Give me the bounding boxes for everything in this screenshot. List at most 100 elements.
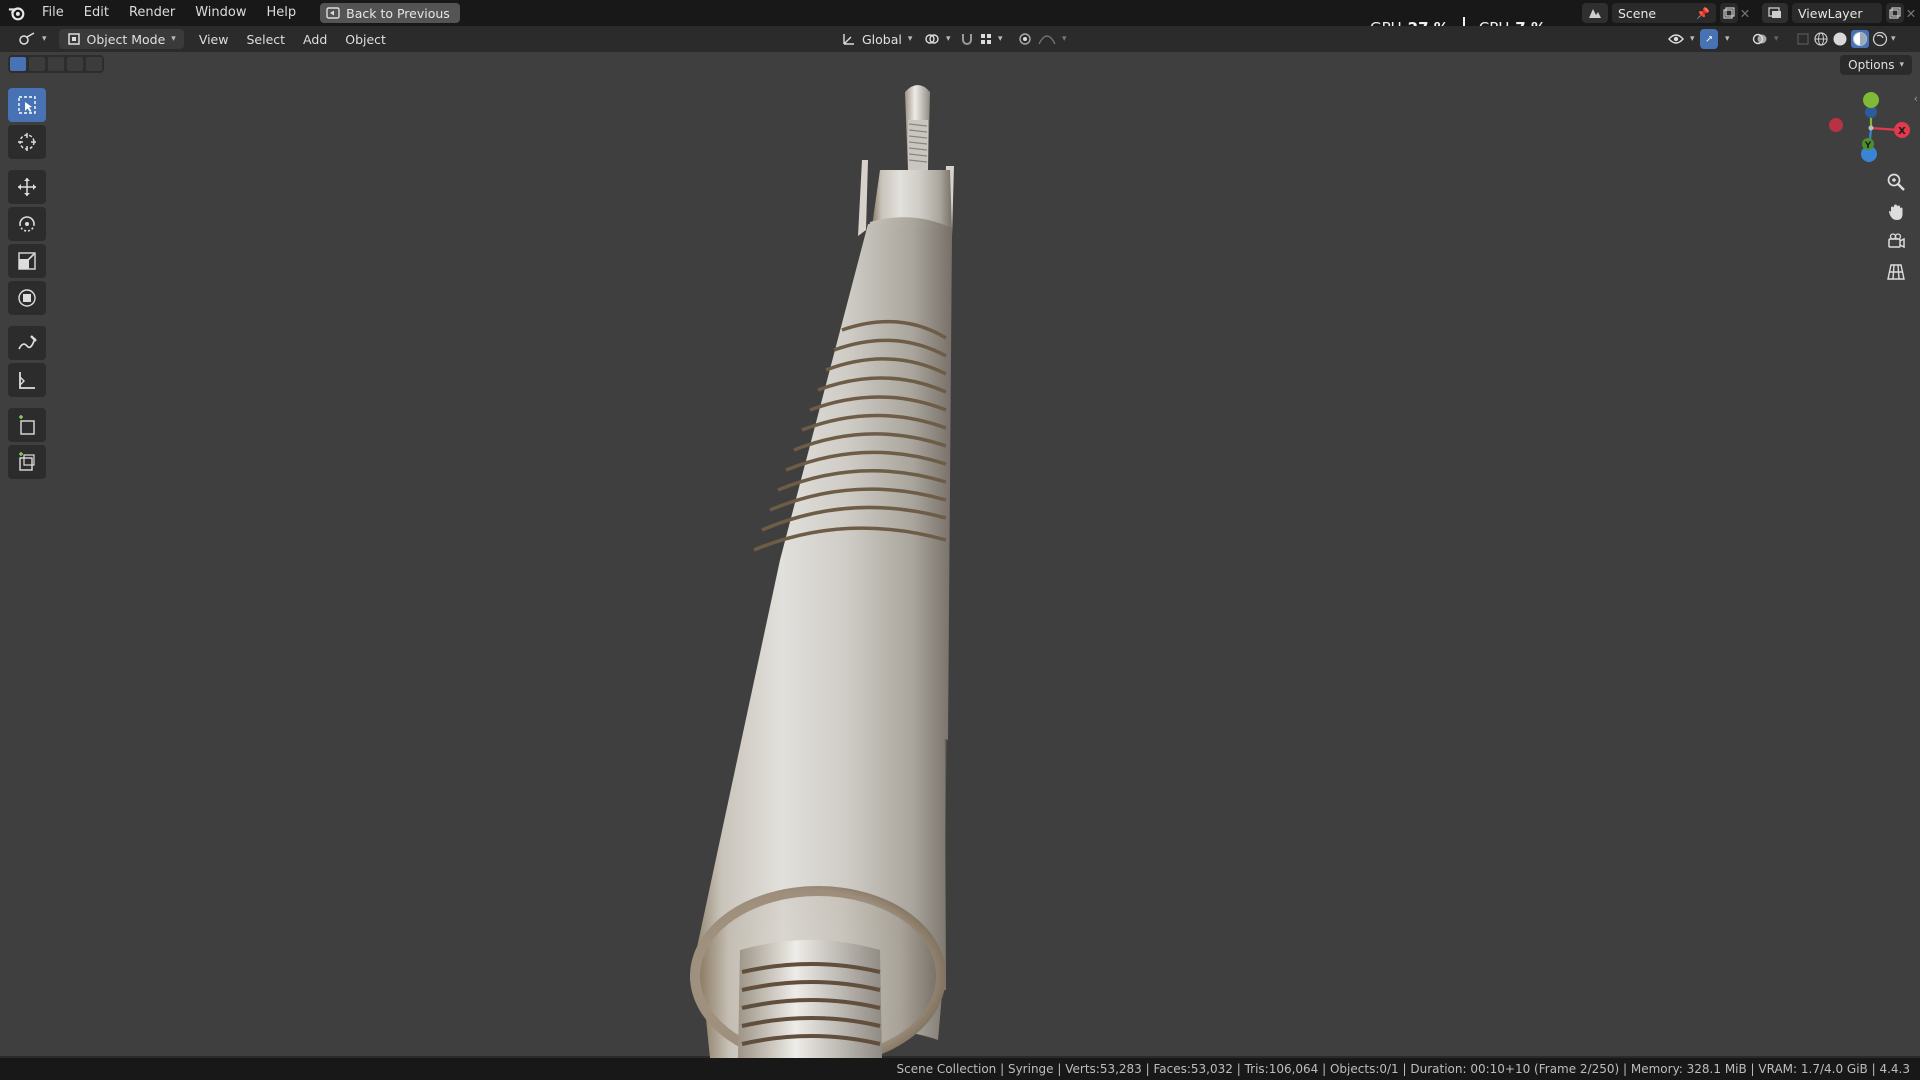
object-mode-icon: [67, 33, 80, 45]
zoom-button[interactable]: [1882, 168, 1910, 196]
delete-view-layer-button[interactable]: ✕: [1904, 3, 1918, 23]
chevron-down-icon: ▾: [171, 34, 176, 44]
overlay-icon: [1752, 33, 1767, 45]
tool-rotate[interactable]: [8, 207, 46, 241]
back-icon: [326, 7, 340, 19]
snap-icon: [962, 34, 972, 45]
add-cube-icon: [19, 415, 35, 435]
gizmo-toggle[interactable]: [1700, 29, 1718, 49]
tool-select-box[interactable]: [8, 88, 46, 122]
transform-orientation-icon: [843, 34, 854, 45]
material-shading-button[interactable]: [1851, 30, 1869, 48]
zoom-icon: [1887, 173, 1905, 191]
view-layer-browse-button[interactable]: [1762, 3, 1788, 23]
pin-icon[interactable]: 📌: [1696, 7, 1710, 20]
orientation-label: Global: [862, 31, 902, 47]
chevron-down-icon: ▾: [946, 34, 951, 44]
chevron-down-icon: ▾: [1774, 34, 1779, 44]
editor-type-icon: [19, 32, 35, 45]
visibility-dropdown[interactable]: ▾: [1660, 29, 1703, 49]
tool-add-cube[interactable]: [8, 408, 46, 442]
blender-logo-icon[interactable]: [8, 4, 26, 22]
select-box-icon: [18, 96, 36, 114]
ortho-grid-icon: [1887, 264, 1905, 280]
menu-window[interactable]: Window: [185, 0, 256, 26]
rendered-shading-icon[interactable]: [1872, 31, 1888, 47]
scale-icon: [18, 252, 36, 270]
delete-scene-button[interactable]: ✕: [1738, 3, 1752, 23]
syringe-model: [690, 85, 954, 1058]
eye-icon: [1668, 34, 1684, 44]
proportional-editing-icon: [1019, 33, 1031, 45]
duplicate-icon: [1723, 7, 1735, 19]
add-object-icon: [19, 452, 35, 471]
wireframe-shading-icon[interactable]: [1813, 31, 1829, 47]
gizmo-y-label: Y: [1864, 141, 1872, 151]
camera-icon: [1888, 233, 1905, 249]
shading-mode-group: ▾: [1788, 29, 1904, 49]
view-layer-field[interactable]: ViewLayer: [1792, 3, 1882, 23]
annotate-icon: [18, 335, 37, 350]
tool-shelf: [8, 88, 46, 479]
menu-render[interactable]: Render: [119, 0, 185, 26]
editor-type-dropdown[interactable]: ▾: [10, 29, 55, 49]
mode-label: Object Mode: [86, 31, 166, 47]
overlay-dropdown[interactable]: ▾: [1744, 29, 1787, 49]
menu-edit[interactable]: Edit: [74, 0, 119, 26]
scene-browse-button[interactable]: [1582, 3, 1608, 23]
gizmo-y-axis[interactable]: [1863, 92, 1879, 108]
back-to-previous-label: Back to Previous: [346, 5, 450, 21]
chevron-down-icon: ▾: [998, 34, 1003, 44]
view-layer-icon: [1768, 7, 1781, 18]
view-layer-name: ViewLayer: [1798, 5, 1863, 21]
scene-icon: [1589, 9, 1601, 18]
header-menu-add[interactable]: Add: [294, 32, 336, 47]
tool-measure[interactable]: [8, 363, 46, 397]
gizmo-x-label: X: [1898, 126, 1906, 137]
xray-icon[interactable]: [1796, 32, 1810, 46]
tool-transform[interactable]: [8, 281, 46, 315]
move-icon: [18, 178, 36, 196]
pan-hand-icon: [1889, 204, 1903, 220]
sidebar-toggle-icon[interactable]: ‹: [1914, 92, 1918, 105]
cursor-icon: [18, 133, 36, 151]
scene-name: Scene: [1618, 5, 1657, 21]
chevron-down-icon: ▾: [42, 34, 47, 44]
mode-dropdown[interactable]: Object Mode ▾: [58, 29, 184, 49]
menu-file[interactable]: File: [32, 0, 74, 26]
solid-shading-icon[interactable]: [1832, 31, 1848, 47]
ortho-perspective-button[interactable]: [1882, 258, 1910, 286]
proportional-editing-toggle[interactable]: ▾: [1010, 29, 1075, 49]
snap-dropdown[interactable]: ▾: [952, 29, 1011, 49]
header-menu-select[interactable]: Select: [237, 32, 294, 47]
tool-move[interactable]: [8, 170, 46, 204]
status-text: Scene Collection | Syringe | Verts:53,28…: [896, 1062, 1910, 1076]
header-menu-object[interactable]: Object: [336, 32, 395, 47]
measure-icon: [19, 372, 35, 389]
rotate-icon: [19, 216, 35, 232]
chevron-down-icon[interactable]: ▾: [1891, 34, 1896, 44]
new-scene-button[interactable]: [1720, 3, 1738, 23]
chevron-down-icon: ▾: [907, 34, 913, 44]
falloff-icon: [1038, 35, 1056, 45]
new-view-layer-button[interactable]: [1886, 3, 1904, 23]
tool-add-object[interactable]: [8, 445, 46, 479]
scene-selector-group: Scene 📌 ✕ ViewLayer ✕: [1582, 2, 1918, 24]
scene-name-field[interactable]: Scene 📌: [1612, 3, 1716, 23]
menu-help[interactable]: Help: [257, 0, 307, 26]
transform-icon: [18, 289, 36, 307]
transform-orientation-dropdown[interactable]: Global ▾: [834, 29, 920, 49]
status-bar: Scene Collection | Syringe | Verts:53,28…: [0, 1058, 1920, 1080]
chevron-down-icon: ▾: [1062, 34, 1067, 44]
pan-button[interactable]: [1882, 198, 1910, 226]
tool-cursor[interactable]: [8, 125, 46, 159]
navigation-gizmo[interactable]: X Y: [1826, 88, 1910, 166]
header-menu-view[interactable]: View: [190, 32, 238, 47]
tool-annotate[interactable]: [8, 326, 46, 360]
tool-scale[interactable]: [8, 244, 46, 278]
camera-view-button[interactable]: [1882, 228, 1910, 256]
chevron-down-icon[interactable]: ▾: [1725, 34, 1730, 44]
back-to-previous-button[interactable]: Back to Previous: [320, 3, 460, 23]
chevron-down-icon: ▾: [1690, 34, 1695, 44]
snap-grid-icon: [981, 34, 991, 44]
